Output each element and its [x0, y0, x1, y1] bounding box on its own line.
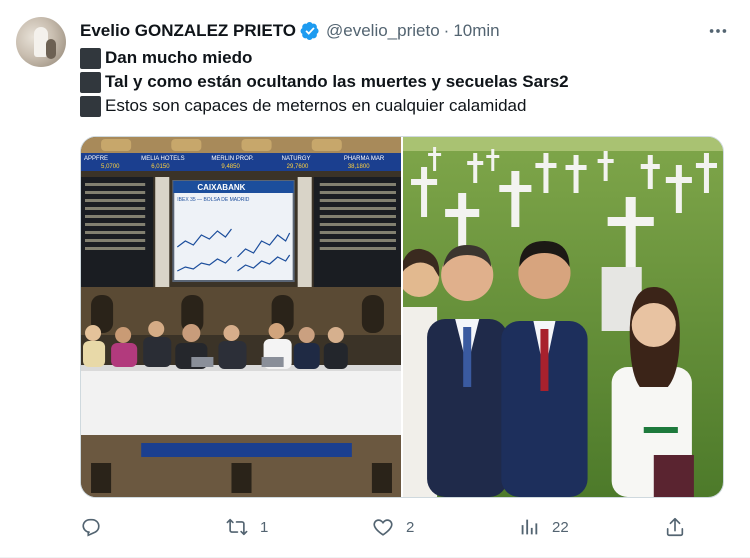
retweet-count: 1	[260, 518, 269, 536]
black-square-emoji-icon	[80, 71, 101, 93]
tweet[interactable]: Evelio GONZALEZ PRIETO @evelio_prieto · …	[0, 0, 750, 558]
ticker-label: MELIA HOTELS	[141, 156, 184, 162]
black-square-emoji-icon	[80, 47, 101, 69]
ticker-value: 6,0150	[151, 164, 170, 170]
reply-icon	[82, 518, 100, 537]
heart-icon	[373, 519, 393, 536]
tweet-line: Tal y como están ocultando las muertes y…	[80, 70, 730, 94]
like-count: 2	[406, 518, 415, 536]
tweet-line: Estos son capaces de meternos en cualqui…	[80, 94, 730, 118]
retweet-button[interactable]: 1	[226, 516, 372, 538]
tweet-text: Dan mucho miedo Tal y como están ocultan…	[80, 46, 730, 118]
black-square-emoji-icon	[80, 95, 101, 117]
share-button[interactable]	[664, 516, 704, 538]
share-icon	[666, 517, 684, 537]
avatar[interactable]	[16, 17, 66, 67]
ticker-value: 5,0700	[101, 164, 120, 170]
tweet-timestamp[interactable]: 10min	[453, 21, 499, 41]
ticker-value: 9,4850	[221, 164, 240, 170]
screen-title: CAIXABANK	[197, 183, 245, 192]
media-image-right[interactable]	[403, 137, 723, 497]
ticker-label: NATURGY	[282, 156, 311, 162]
separator-dot: ·	[443, 21, 450, 40]
author-handle[interactable]: @evelio_prieto	[326, 21, 440, 41]
tweet-header: Evelio GONZALEZ PRIETO @evelio_prieto · …	[80, 19, 734, 43]
ticker-value: 38,1800	[348, 164, 370, 170]
reply-button[interactable]	[80, 516, 226, 538]
more-options-icon[interactable]	[706, 19, 730, 43]
tweet-line: Dan mucho miedo	[80, 46, 730, 70]
views-button[interactable]: 22	[518, 516, 664, 538]
verified-badge-icon	[300, 21, 320, 41]
like-button[interactable]: 2	[372, 516, 518, 538]
analytics-icon	[521, 519, 538, 535]
ticker-label: APPFRE	[84, 156, 108, 162]
ticker-label: MERLIN PROP.	[211, 156, 254, 162]
ticker-label: PHARMA MAR	[344, 156, 385, 162]
tweet-media[interactable]: APPFRE MELIA HOTELS MERLIN PROP. NATURGY…	[80, 136, 724, 498]
author-name[interactable]: Evelio GONZALEZ PRIETO	[80, 21, 296, 41]
screen-subtitle: IBEX 35 — BOLSA DE MADRID	[177, 197, 249, 203]
ticker-value: 29,7600	[287, 164, 309, 170]
retweet-icon	[226, 518, 248, 536]
views-count: 22	[552, 518, 569, 536]
media-image-left[interactable]: APPFRE MELIA HOTELS MERLIN PROP. NATURGY…	[81, 137, 401, 497]
tweet-actions: 1 2 22	[80, 512, 730, 542]
